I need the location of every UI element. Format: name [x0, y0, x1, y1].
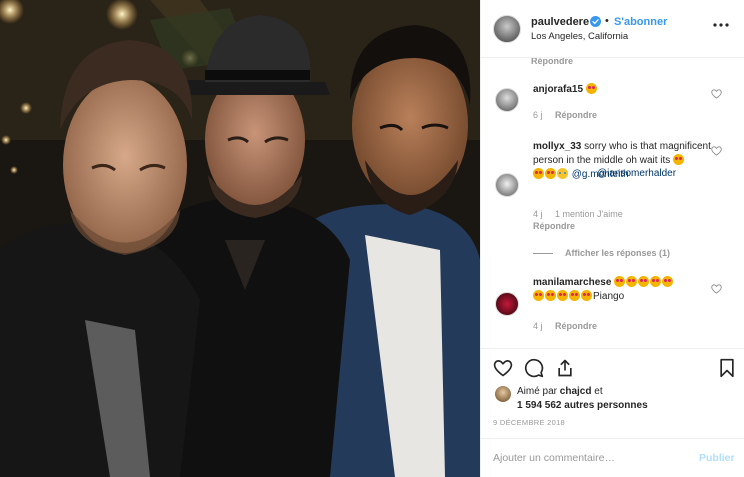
replies-divider	[533, 253, 553, 255]
comment-time[interactable]: 4 j	[533, 209, 543, 219]
laughing-emoji-icon	[557, 168, 568, 179]
comment-meta: 4 j Répondre	[533, 321, 597, 331]
header-separator: •	[605, 15, 609, 27]
share-icon[interactable]	[555, 358, 575, 378]
commenter-username[interactable]: mollyx_33	[533, 141, 581, 152]
heart-eyes-emoji-icon	[581, 290, 592, 301]
commenter-avatar[interactable]	[495, 292, 519, 316]
comment-bubble-icon[interactable]	[524, 358, 544, 378]
comment-like-heart-icon[interactable]	[711, 146, 722, 156]
comment-input[interactable]	[493, 450, 683, 466]
heart-eyes-emoji-icon	[650, 276, 662, 287]
heart-eyes-emoji-icon	[557, 290, 568, 301]
view-replies-link[interactable]: Afficher les réponses (1)	[533, 248, 670, 258]
heart-eyes-emoji-icon	[533, 168, 544, 179]
post-sidebar: paulvedere • S'abonner Los Angeles, Cali…	[480, 0, 744, 477]
comment-like-heart-icon[interactable]	[711, 284, 722, 294]
heart-outline-icon[interactable]	[493, 358, 513, 378]
verified-badge-icon	[590, 16, 601, 27]
author-username[interactable]: paulvedere	[531, 16, 589, 28]
commenter-username[interactable]: manilamarchese	[533, 277, 611, 288]
comment-meta: 6 j Répondre	[533, 110, 597, 120]
heart-eyes-emoji-icon	[638, 276, 650, 287]
comment-like-heart-icon[interactable]	[711, 89, 722, 99]
bookmark-icon[interactable]	[717, 358, 737, 378]
post-date[interactable]: 9 DÉCEMBRE 2018	[493, 418, 565, 427]
liker-avatar[interactable]	[495, 386, 511, 402]
comment-body: manilamarchese Piango	[533, 276, 713, 304]
commenter-avatar[interactable]	[495, 88, 519, 112]
post-location[interactable]: Los Angeles, California	[531, 31, 628, 42]
reply-link[interactable]: Répondre	[555, 321, 597, 331]
post-header: paulvedere • S'abonner Los Angeles, Cali…	[481, 0, 744, 58]
reply-link[interactable]: Répondre	[533, 221, 575, 231]
comment-body: anjorafa15	[533, 83, 713, 97]
heart-eyes-emoji-icon	[614, 276, 626, 287]
follow-button[interactable]: S'abonner	[614, 16, 667, 28]
likes-count-link[interactable]: 1 594 562 autres personnes	[517, 400, 648, 411]
heart-eyes-emoji-icon	[545, 290, 556, 301]
mention-link[interactable]: @iansomerhalder	[597, 168, 676, 179]
heart-eyes-emoji-icon	[626, 276, 638, 287]
add-comment-bar: Publier	[481, 438, 744, 477]
post-photo[interactable]	[0, 0, 480, 477]
photo-illustration	[0, 0, 480, 477]
reply-link[interactable]: Répondre	[555, 110, 597, 120]
comment-time[interactable]: 4 j	[533, 321, 543, 331]
heart-eyes-emoji-icon	[545, 168, 556, 179]
comment-text: Piango	[593, 291, 625, 302]
comment-meta-reply: Répondre	[533, 221, 575, 231]
likes-summary: Aimé par chajcd et 1 594 562 autres pers…	[517, 385, 648, 413]
commenter-username[interactable]: anjorafa15	[533, 84, 583, 95]
comment-likes-count[interactable]: 1 mention J'aime	[555, 209, 623, 219]
author-avatar[interactable]	[493, 15, 521, 43]
likes-prefix: Aimé par	[517, 386, 558, 397]
comment-time[interactable]: 6 j	[533, 110, 543, 120]
heart-eyes-emoji-icon	[533, 290, 544, 301]
liker-username[interactable]: chajcd	[560, 386, 592, 397]
publish-button[interactable]: Publier	[699, 452, 735, 464]
heart-eyes-emoji-icon	[585, 83, 597, 94]
commenter-avatar[interactable]	[495, 173, 519, 197]
likes-conjunction: et	[594, 386, 603, 397]
more-dots-icon[interactable]	[711, 18, 731, 32]
heart-eyes-emoji-icon	[673, 154, 685, 165]
post-actions: Aimé par chajcd et 1 594 562 autres pers…	[481, 348, 744, 432]
heart-eyes-emoji-icon	[662, 276, 674, 287]
post-modal: paulvedere • S'abonner Los Angeles, Cali…	[0, 0, 744, 477]
comment-meta: 4 j 1 mention J'aime	[533, 209, 623, 219]
comments-list[interactable]: Répondre anjorafa15 6 j Répondre mollyx_…	[481, 58, 744, 348]
view-replies-label[interactable]: Afficher les réponses (1)	[565, 248, 670, 258]
partial-reply-link[interactable]: Répondre	[531, 58, 573, 66]
heart-eyes-emoji-icon	[569, 290, 580, 301]
